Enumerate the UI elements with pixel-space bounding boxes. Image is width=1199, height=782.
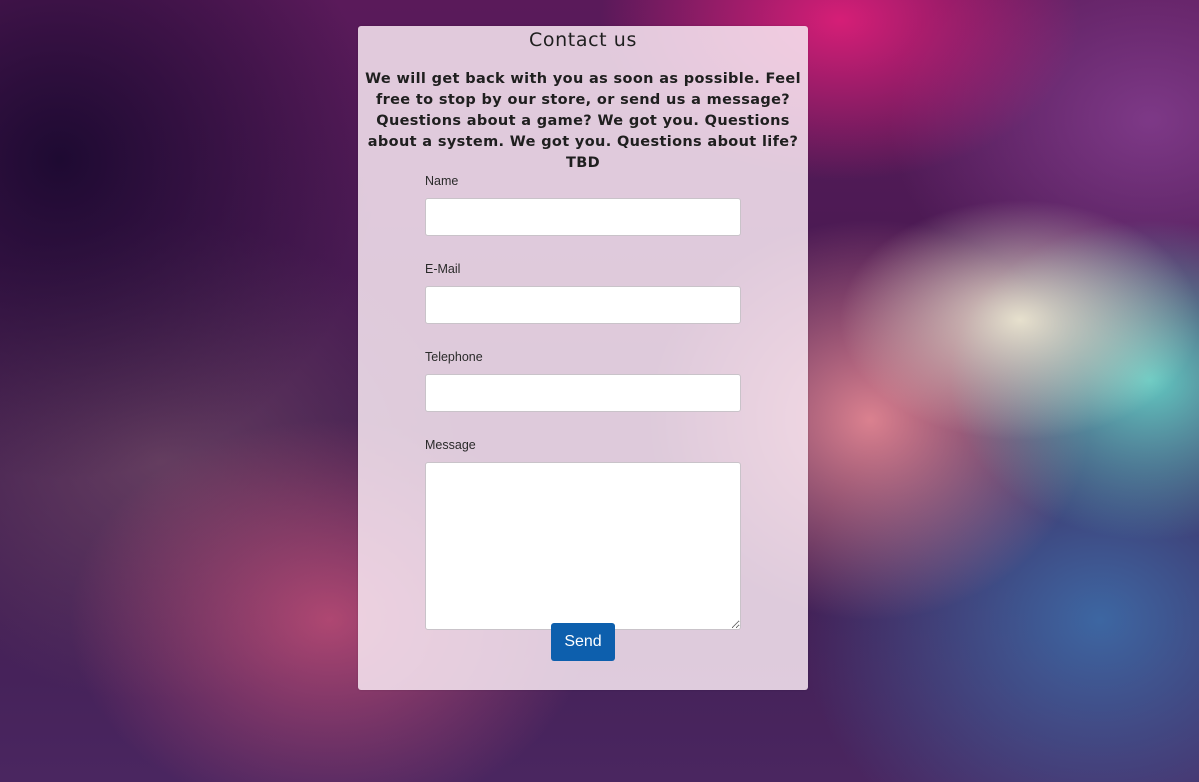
telephone-label: Telephone bbox=[425, 350, 483, 364]
telephone-field[interactable] bbox=[425, 374, 741, 412]
message-field[interactable] bbox=[425, 462, 741, 630]
contact-form: Name E-Mail Telephone Message bbox=[425, 174, 741, 630]
contact-card: Contact us We will get back with you as … bbox=[358, 26, 808, 690]
intro-text: We will get back with you as soon as pos… bbox=[365, 71, 801, 171]
name-field[interactable] bbox=[425, 198, 741, 236]
send-button[interactable]: Send bbox=[551, 623, 615, 661]
message-label: Message bbox=[425, 438, 476, 452]
page-title: Contact us bbox=[529, 29, 637, 51]
email-label: E-Mail bbox=[425, 262, 461, 276]
name-label: Name bbox=[425, 174, 459, 188]
page-background: { "contact": { "title": "Contact us", "i… bbox=[0, 0, 1199, 782]
email-field[interactable] bbox=[425, 286, 741, 324]
